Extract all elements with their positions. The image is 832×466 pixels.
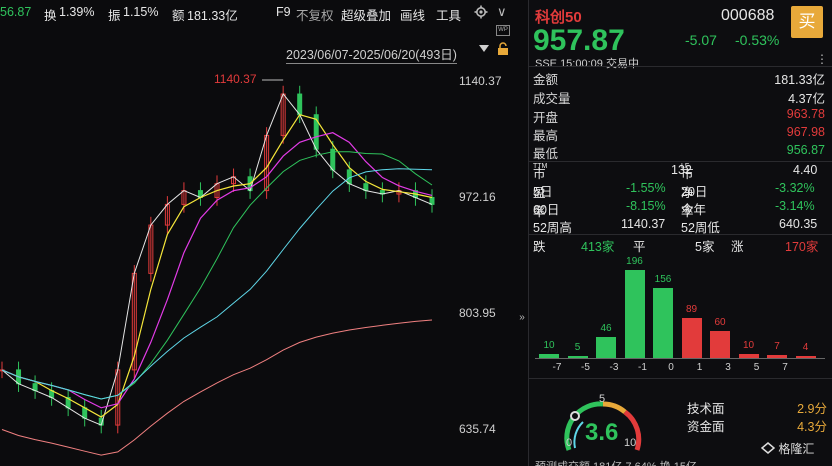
dist-bar-value: 7 (774, 340, 780, 352)
flat-count: 5家 (695, 240, 715, 254)
gauge-mid: 5 (599, 393, 606, 405)
dist-bar (653, 287, 673, 358)
dist-axis-label: 5 (753, 362, 760, 373)
peak-label: 1140.37 (214, 72, 257, 86)
high-row: 最高 967.98 (533, 125, 825, 143)
dist-bar-value: 196 (626, 256, 643, 267)
valuation-row: 市盈率 TTM 132 市净率 LF 4.40 (533, 163, 818, 219)
kline-chart[interactable]: 56.87 换 1.39% 振 1.15% 额 181.33亿 F9 不复权 超… (0, 0, 516, 466)
pb-value: 4.40 (793, 163, 818, 177)
open-row: 开盘 963.78 (533, 107, 825, 125)
y-tick-2: 972.16 (459, 190, 496, 204)
dist-axis-label: 1 (696, 362, 703, 373)
candle-body (82, 407, 88, 419)
dist-bar-value: 4 (802, 342, 809, 353)
dist-bar-value: 10 (543, 339, 555, 351)
dist-bar-value: 89 (685, 304, 698, 316)
gauge-min: 0 (566, 437, 573, 449)
dist-bar (624, 270, 645, 358)
dist-axis-label: 0 (668, 362, 674, 373)
down-count: 413家 (581, 240, 615, 254)
dist-bar-value: 10 (742, 339, 755, 351)
range52-row: 52周高 1140.37 52周低 640.35 (533, 217, 818, 235)
ma20-line (1, 132, 433, 409)
up-label: 涨 (731, 240, 744, 254)
dist-axis-label: -7 (552, 362, 562, 373)
dist-bar-value: 156 (654, 273, 672, 285)
dist-axis-label: 3 (725, 362, 731, 373)
ma10-line (1, 114, 433, 418)
dist-bar (596, 337, 616, 358)
watermark-logo-icon (760, 442, 776, 454)
last-price: 957.87 (533, 24, 625, 57)
dist-bar-value: 60 (714, 317, 726, 329)
return-row-1: 5日 -1.55% 20日 -3.32% (533, 181, 815, 199)
dist-bar (710, 331, 730, 358)
y-tick-3: 803.95 (459, 306, 496, 320)
low-row: 最低 956.87 (533, 143, 825, 161)
gauge-max: 10 (624, 437, 637, 449)
quote-panel: 科创50 000688 买 957.87 -5.07 -0.53% SSE 15… (528, 0, 832, 466)
index-code: 000688 (721, 7, 775, 24)
divider (529, 66, 832, 67)
dist-bar-value: 46 (600, 323, 612, 335)
down-label: 跌 (533, 240, 546, 254)
gauge-score: 3.6 (585, 419, 619, 446)
price-plot[interactable] (0, 0, 516, 466)
dist-axis-label: 7 (782, 362, 788, 373)
y-tick-1: 1140.37 (459, 74, 502, 88)
return-row-2: 60日 -8.15% 今年 -3.14% (533, 199, 815, 217)
divider (529, 161, 832, 162)
price-change: -5.07 (685, 32, 717, 48)
up-count: 170家 (785, 240, 819, 254)
forecast-text: 预测成交额 181亿 7.64% 换 15亿 (535, 458, 697, 466)
divider (529, 378, 832, 379)
collapse-arrow-icon[interactable]: » (516, 312, 528, 323)
price-change-pct: -0.53% (735, 32, 780, 48)
dist-axis-label: -3 (609, 362, 619, 373)
ma250-line (1, 319, 433, 456)
dist-axis-label: -1 (638, 362, 647, 373)
dist-axis-label: -5 (581, 362, 590, 373)
dist-baseline (535, 358, 825, 359)
y-tick-4: 635.74 (459, 422, 496, 436)
volume-row: 成交量 4.37亿 (533, 92, 825, 106)
dist-bar (681, 318, 702, 358)
more-icon[interactable]: ⋮ (816, 52, 828, 66)
divider (529, 234, 832, 235)
amount-row: 金额 181.33亿 (533, 73, 825, 87)
candle-body (297, 93, 303, 116)
buy-button[interactable]: 买 (791, 6, 823, 38)
dist-bar-value: 5 (574, 341, 581, 353)
watermark: 格隆汇 (760, 440, 814, 457)
flat-label: 平 (633, 240, 646, 254)
